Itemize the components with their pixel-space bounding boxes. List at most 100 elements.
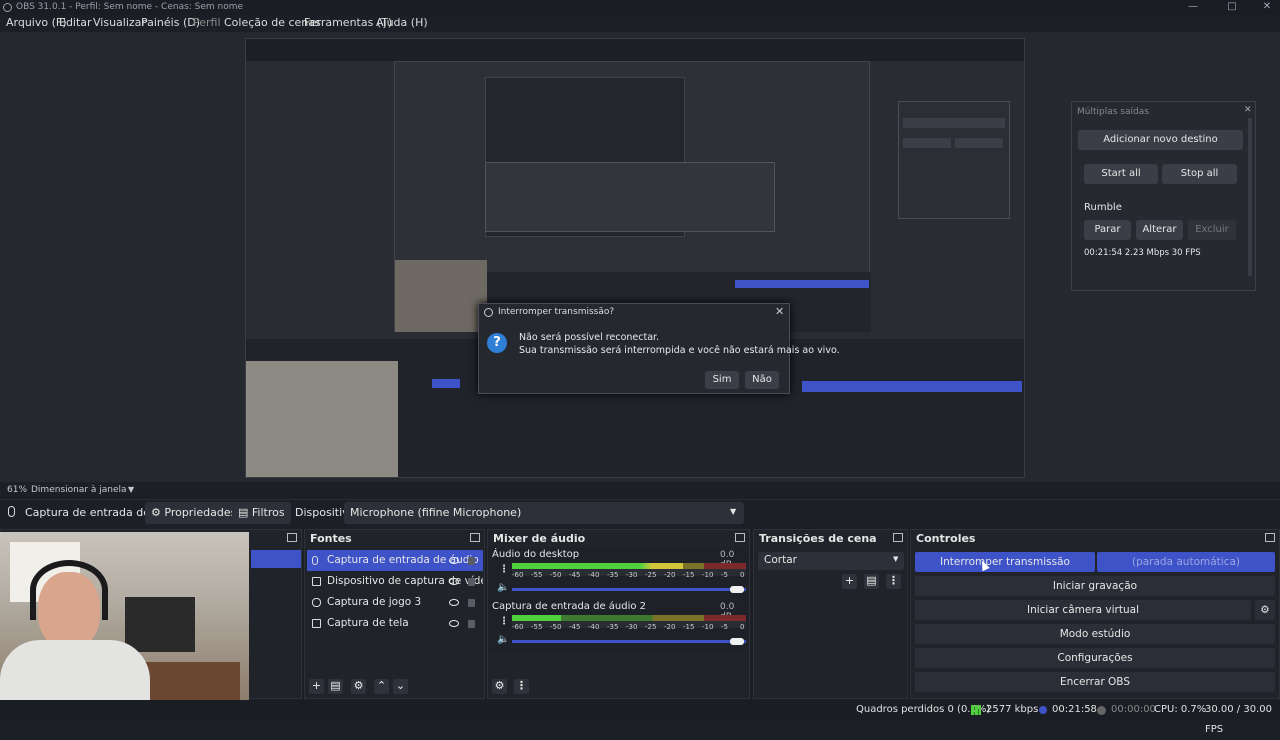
- gear-icon[interactable]: ⚙: [351, 679, 366, 694]
- volume-slider-handle[interactable]: [730, 638, 744, 645]
- source-item[interactable]: Captura de entrada de áudio 2: [307, 550, 483, 571]
- webcam-desk: [140, 662, 240, 700]
- zoom-mode[interactable]: Dimensionar à janela: [31, 482, 127, 498]
- meter-fill: [512, 615, 562, 621]
- nested-inner-capture: [394, 61, 871, 332]
- dialog-close-icon[interactable]: ✕: [775, 305, 784, 318]
- chevron-down-icon[interactable]: ⌄: [393, 679, 408, 694]
- multi-close-icon[interactable]: ✕: [1244, 105, 1252, 115]
- scale-tick-label: -50: [550, 623, 562, 631]
- lock-icon[interactable]: [468, 620, 475, 628]
- studio-mode-button[interactable]: Modo estúdio: [915, 624, 1275, 644]
- volume-slider[interactable]: [512, 586, 746, 593]
- start-virtual-camera-button[interactable]: Iniciar câmera virtual: [915, 600, 1251, 620]
- target-stop-button[interactable]: Parar: [1084, 220, 1131, 240]
- transition-value: Cortar: [764, 554, 797, 566]
- microphone-icon: [8, 506, 15, 517]
- chevron-up-icon[interactable]: ⌃: [374, 679, 389, 694]
- source-label: Captura de entrada de áudio 2: [327, 554, 483, 566]
- trash-icon[interactable]: ▤: [328, 679, 343, 694]
- volume-slider[interactable]: [512, 638, 746, 645]
- meter-fill: [512, 563, 683, 569]
- multi-scrollbar[interactable]: [1248, 118, 1252, 276]
- sources-undock-icon[interactable]: [470, 533, 480, 542]
- exit-button[interactable]: Encerrar OBS: [915, 672, 1275, 692]
- scale-tick-label: -10: [702, 623, 714, 631]
- kebab-menu-icon[interactable]: ⋮: [499, 616, 509, 627]
- minimize-icon[interactable]: —: [1180, 0, 1206, 15]
- maximize-icon[interactable]: □: [1219, 0, 1245, 15]
- chevron-down-icon: ▼: [730, 507, 737, 516]
- mixer-undock-icon[interactable]: [735, 533, 745, 542]
- lock-icon[interactable]: [468, 599, 475, 607]
- target-delete-button[interactable]: Excluir: [1188, 220, 1236, 240]
- scale-tick-label: -20: [664, 623, 676, 631]
- transition-select[interactable]: Cortar ▼: [758, 552, 904, 570]
- gear-icon[interactable]: ⚙: [492, 679, 507, 694]
- cpu-usage: CPU: 0.7%: [1154, 704, 1207, 715]
- scene-selected-row[interactable]: [251, 550, 301, 568]
- settings-button[interactable]: Configurações: [915, 648, 1275, 668]
- scale-tick-label: -40: [588, 571, 600, 579]
- kebab-menu-icon[interactable]: ⋮: [499, 564, 509, 575]
- source-item[interactable]: Dispositivo de captura de víde: [307, 571, 483, 592]
- trash-icon[interactable]: ▤: [864, 574, 879, 589]
- stop-streaming-button[interactable]: Interromper transmissão: [915, 552, 1095, 572]
- eye-icon[interactable]: [449, 620, 459, 627]
- dialog-title: Interromper transmissão?: [498, 307, 615, 317]
- lock-icon[interactable]: [468, 578, 475, 586]
- menu-profile[interactable]: Perfil: [193, 15, 221, 32]
- source-item[interactable]: Captura de jogo 3: [307, 592, 483, 613]
- nested-title-bar: [246, 39, 1024, 61]
- scale-tick-label: -50: [550, 571, 562, 579]
- menu-docks[interactable]: Painéis (D): [141, 15, 200, 32]
- controls-undock-icon[interactable]: [1265, 533, 1275, 542]
- recording-icon: [1097, 706, 1106, 715]
- speaker-icon[interactable]: 🔈: [497, 634, 509, 645]
- eye-icon[interactable]: [449, 578, 459, 585]
- mixer-title: Mixer de áudio: [493, 532, 586, 545]
- add-destination-button[interactable]: Adicionar novo destino: [1078, 130, 1243, 150]
- channel-name: Áudio do desktop: [492, 549, 580, 560]
- menu-file[interactable]: Arquivo (F): [6, 15, 67, 32]
- menu-edit[interactable]: Editar: [59, 15, 92, 32]
- volume-slider-handle[interactable]: [730, 586, 744, 593]
- virtual-camera-gear-icon[interactable]: ⚙: [1255, 600, 1275, 620]
- scale-tick-label: -35: [607, 623, 619, 631]
- preview-canvas[interactable]: Interromper transmissão? ✕ ? Não será po…: [0, 32, 1280, 482]
- speaker-icon[interactable]: 🔈: [497, 582, 509, 593]
- menu-help[interactable]: Ajuda (H): [376, 15, 428, 32]
- dialog-yes-button[interactable]: Sim: [705, 371, 739, 389]
- nested-stop-button: [735, 280, 869, 288]
- eye-icon[interactable]: [449, 557, 459, 564]
- filters-button[interactable]: ▤ Filtros: [232, 502, 291, 524]
- add-transition-icon[interactable]: +: [842, 574, 857, 589]
- close-icon[interactable]: ✕: [1254, 0, 1280, 15]
- scale-tick-label: -45: [569, 571, 581, 579]
- menu-view[interactable]: Visualizar: [93, 15, 146, 32]
- start-all-button[interactable]: Start all: [1084, 164, 1158, 184]
- start-recording-button[interactable]: Iniciar gravação: [915, 576, 1275, 596]
- properties-button[interactable]: ⚙ Propriedades: [145, 502, 243, 524]
- auto-stop-button[interactable]: (parada automática): [1097, 552, 1275, 572]
- scenes-undock-icon[interactable]: [287, 533, 297, 542]
- source-item[interactable]: Captura de tela: [307, 613, 483, 634]
- obs-logo-icon: [3, 3, 12, 12]
- status-bar: Quadros perdidos 0 (0.0%) 2577 kbps 00:2…: [0, 700, 1280, 735]
- eye-icon[interactable]: [449, 599, 459, 606]
- microphone-icon: [312, 556, 318, 565]
- target-edit-button[interactable]: Alterar: [1136, 220, 1183, 240]
- device-select[interactable]: Microphone (fifine Microphone) ▼: [344, 502, 744, 524]
- lock-icon[interactable]: [468, 557, 475, 565]
- add-source-icon[interactable]: +: [309, 679, 324, 694]
- audio-mixer-dock: Mixer de áudio Áudio do desktop 0.0 dB ⋮…: [487, 529, 750, 699]
- kebab-menu-icon[interactable]: ⋮: [886, 574, 901, 589]
- zoom-chevron-down-icon[interactable]: ▼: [128, 482, 134, 498]
- dialog-no-button[interactable]: Não: [745, 371, 779, 389]
- mixer-channels: Áudio do desktop 0.0 dB ⋮ -60-55-50-45-4…: [488, 548, 749, 652]
- transitions-undock-icon[interactable]: [893, 533, 903, 542]
- kebab-menu-icon[interactable]: ⋮: [514, 679, 529, 694]
- nested-stop-all: [955, 138, 1003, 148]
- dialog-message-line1: Não será possível reconectar.: [519, 332, 660, 343]
- stop-all-button[interactable]: Stop all: [1162, 164, 1237, 184]
